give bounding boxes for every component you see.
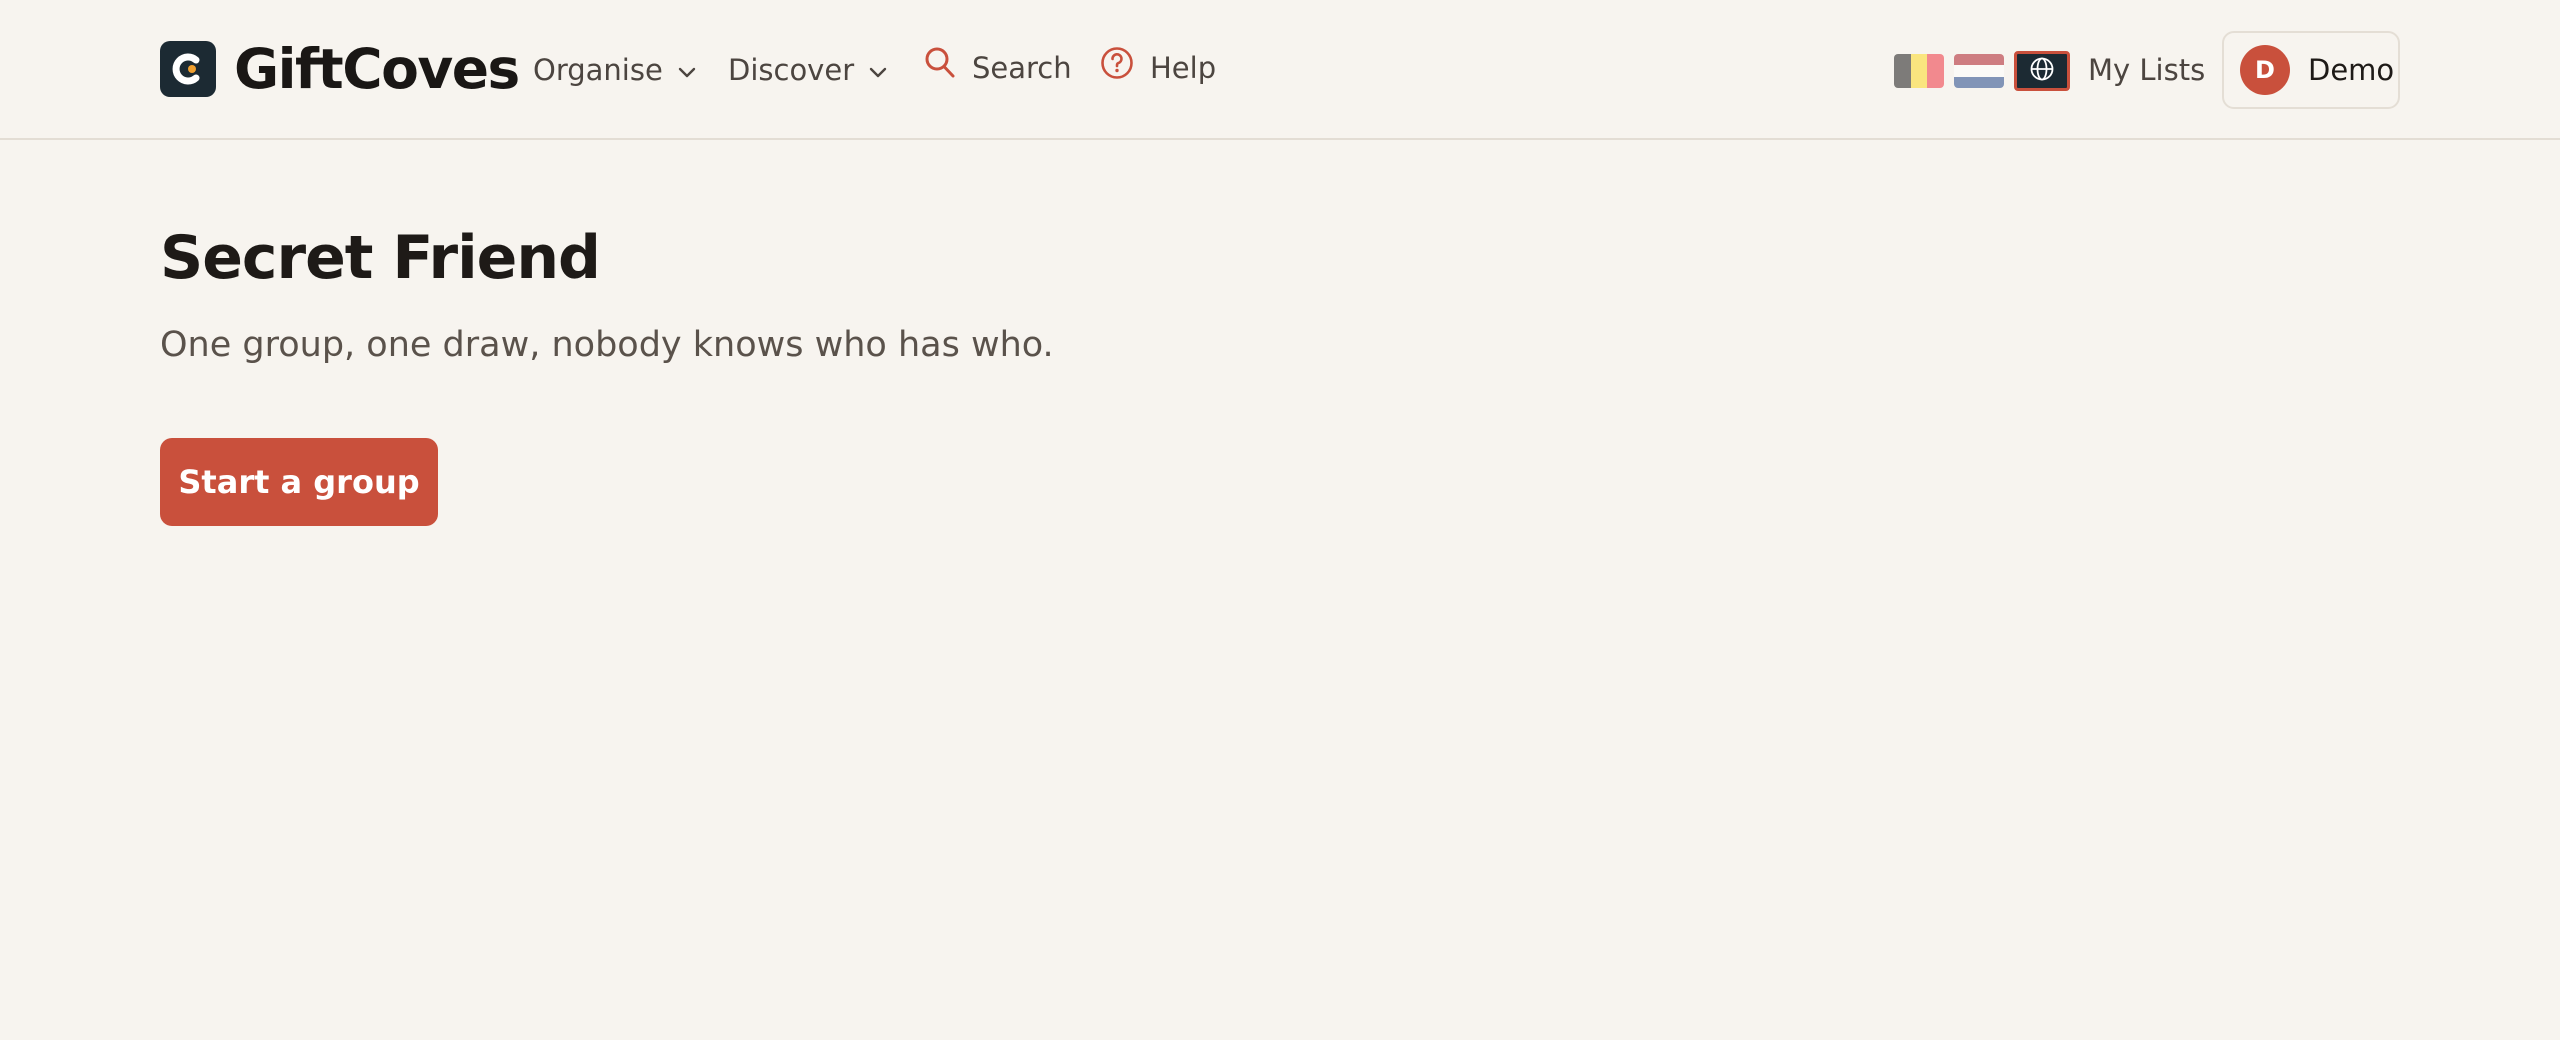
nav-organise-label: Organise	[533, 53, 663, 87]
chevron-down-icon	[868, 50, 888, 90]
giftcoves-logo-icon	[160, 41, 216, 97]
language-be-flag-button[interactable]	[1894, 54, 1944, 88]
nav-organise-menu[interactable]: Organise	[533, 50, 697, 90]
nav-search-label: Search	[972, 51, 1072, 85]
globe-icon	[2029, 56, 2055, 86]
nav-discover-label: Discover	[728, 53, 855, 87]
my-lists-link[interactable]: My Lists	[2088, 50, 2205, 90]
language-nl-flag-button[interactable]	[1954, 54, 2004, 88]
user-name: Demo	[2308, 53, 2395, 87]
avatar: D	[2240, 45, 2290, 95]
chevron-down-icon	[677, 50, 697, 90]
help-circle-icon	[1100, 46, 1134, 90]
brand-name: GiftCoves	[234, 37, 520, 101]
nav-help-link[interactable]: Help	[1100, 46, 1216, 90]
language-switcher	[1894, 51, 2080, 91]
nav-discover-menu[interactable]: Discover	[728, 50, 888, 90]
brand-logo-link[interactable]: GiftCoves	[160, 37, 520, 101]
page-title: Secret Friend	[160, 223, 601, 293]
start-group-button[interactable]: Start a group	[160, 438, 438, 526]
search-icon	[924, 46, 956, 90]
language-global-button[interactable]	[2014, 51, 2070, 91]
page-subtitle: One group, one draw, nobody knows who ha…	[160, 325, 1054, 365]
nav-help-label: Help	[1150, 51, 1217, 85]
user-menu-button[interactable]: D Demo	[2222, 31, 2400, 109]
top-navigation-bar: GiftCoves Organise Discover Search Help	[0, 0, 2560, 140]
nav-search-link[interactable]: Search	[924, 46, 1072, 90]
